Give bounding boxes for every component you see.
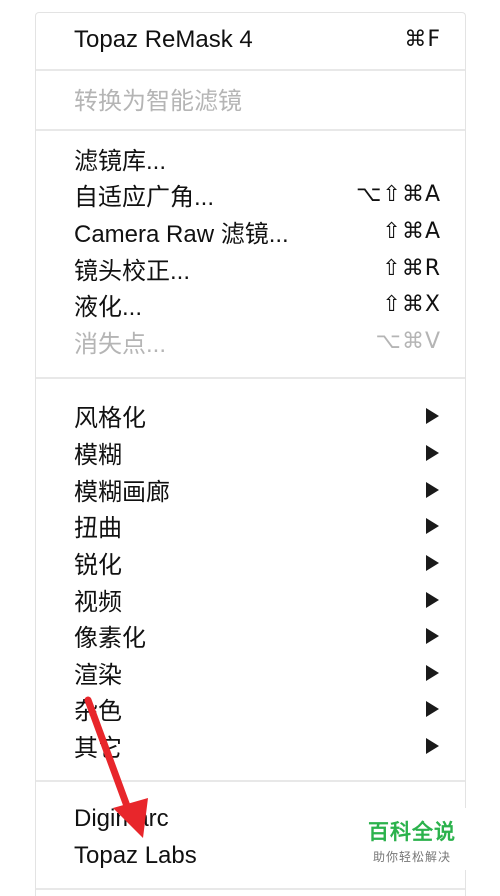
watermark-logo: 百科全说 助你轻松解决	[356, 808, 468, 870]
watermark-subtitle: 助你轻松解决	[372, 850, 451, 864]
annotation-arrow-icon	[84, 696, 148, 838]
watermark-title: 百科全说	[368, 820, 456, 844]
